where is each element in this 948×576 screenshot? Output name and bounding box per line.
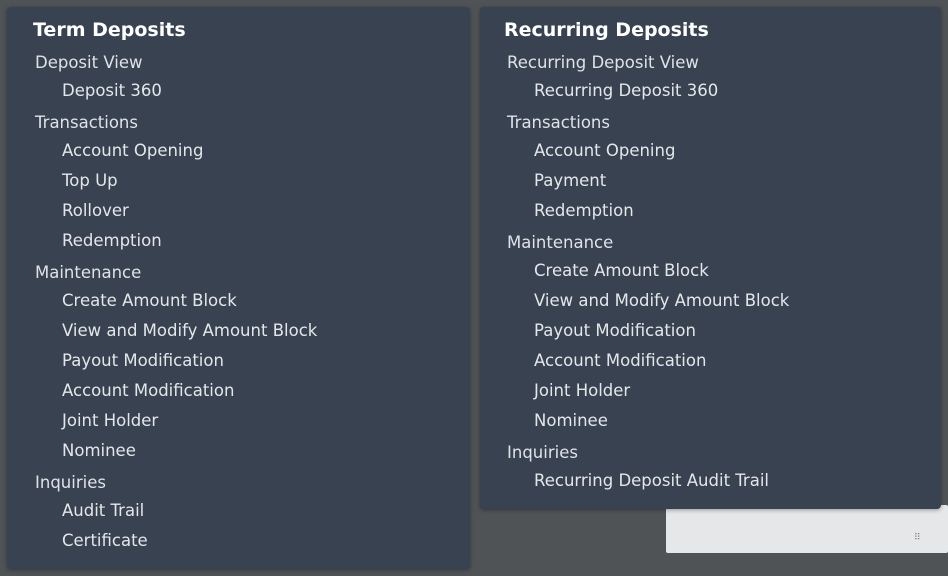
term-section-deposit-view[interactable]: Deposit View <box>35 53 142 73</box>
term-section-maintenance[interactable]: Maintenance <box>35 263 141 283</box>
recurring-section-inquiries[interactable]: Inquiries <box>507 443 578 463</box>
recurring-item-deposit-360[interactable]: Recurring Deposit 360 <box>534 81 718 101</box>
recurring-section-view[interactable]: Recurring Deposit View <box>507 53 699 73</box>
recurring-item-create-amount-block[interactable]: Create Amount Block <box>534 261 709 281</box>
term-item-audit-trail[interactable]: Audit Trail <box>62 501 144 521</box>
term-deposits-title: Term Deposits <box>33 19 186 41</box>
term-item-account-modification[interactable]: Account Modification <box>62 381 234 401</box>
background-card <box>666 505 948 553</box>
recurring-item-view-modify-amount-block[interactable]: View and Modify Amount Block <box>534 291 789 311</box>
term-deposits-menu: Term Deposits Deposit View Deposit 360 T… <box>7 7 470 569</box>
recurring-item-audit-trail[interactable]: Recurring Deposit Audit Trail <box>534 471 769 491</box>
recurring-item-joint-holder[interactable]: Joint Holder <box>534 381 630 401</box>
term-section-inquiries[interactable]: Inquiries <box>35 473 106 493</box>
term-item-deposit-360[interactable]: Deposit 360 <box>62 81 162 101</box>
recurring-deposits-menu: Recurring Deposits Recurring Deposit Vie… <box>480 7 941 509</box>
term-section-transactions[interactable]: Transactions <box>35 113 138 133</box>
recurring-section-maintenance[interactable]: Maintenance <box>507 233 613 253</box>
term-item-redemption[interactable]: Redemption <box>62 231 162 251</box>
recurring-item-payout-modification[interactable]: Payout Modification <box>534 321 696 341</box>
term-item-create-amount-block[interactable]: Create Amount Block <box>62 291 237 311</box>
term-item-view-modify-amount-block[interactable]: View and Modify Amount Block <box>62 321 317 341</box>
drag-grip-icon[interactable]: ⠿ <box>914 533 921 543</box>
recurring-item-redemption[interactable]: Redemption <box>534 201 634 221</box>
term-item-rollover[interactable]: Rollover <box>62 201 129 221</box>
term-item-nominee[interactable]: Nominee <box>62 441 136 461</box>
recurring-item-nominee[interactable]: Nominee <box>534 411 608 431</box>
recurring-item-account-opening[interactable]: Account Opening <box>534 141 675 161</box>
term-item-payout-modification[interactable]: Payout Modification <box>62 351 224 371</box>
recurring-deposits-title: Recurring Deposits <box>504 19 709 41</box>
term-item-certificate[interactable]: Certificate <box>62 531 148 551</box>
term-item-top-up[interactable]: Top Up <box>62 171 118 191</box>
recurring-section-transactions[interactable]: Transactions <box>507 113 610 133</box>
term-item-account-opening[interactable]: Account Opening <box>62 141 203 161</box>
term-item-joint-holder[interactable]: Joint Holder <box>62 411 158 431</box>
recurring-item-payment[interactable]: Payment <box>534 171 606 191</box>
recurring-item-account-modification[interactable]: Account Modification <box>534 351 706 371</box>
